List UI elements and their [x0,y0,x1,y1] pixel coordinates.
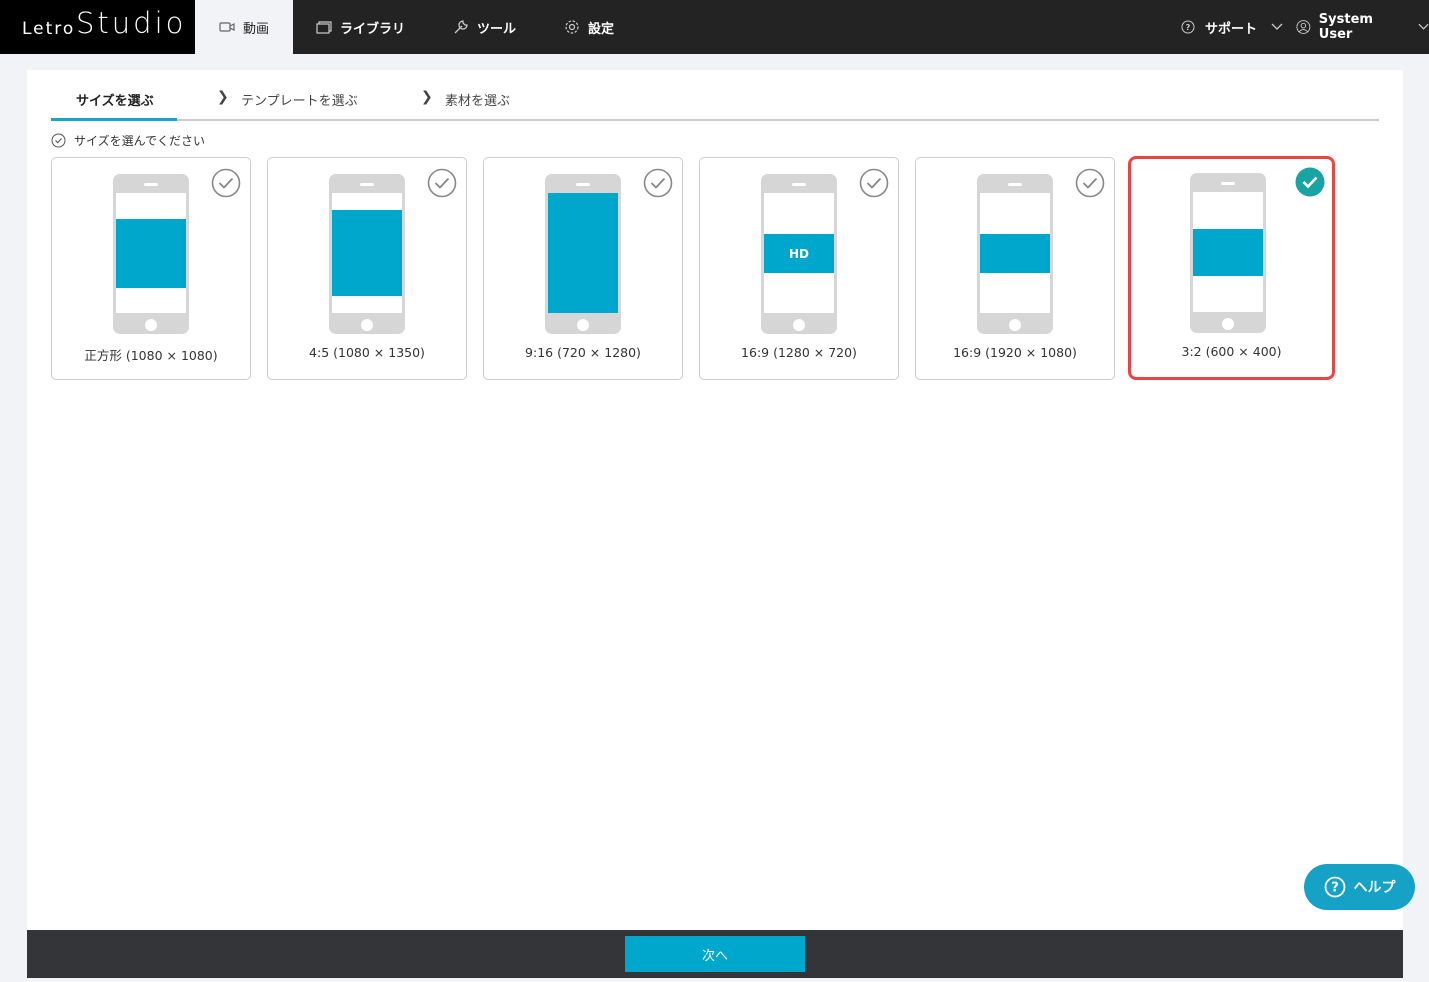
phone-home-button [145,319,157,331]
check-circle-icon [859,168,889,198]
phone-speaker [576,183,590,186]
phone-preview [113,174,189,334]
phone-speaker [360,183,374,186]
active-step-indicator [51,118,177,121]
user-label: System User [1318,12,1373,42]
logo-text-large: Studio [76,6,187,40]
phone-screen [980,193,1050,313]
phone-speaker [144,183,158,186]
phone-home-button [361,319,373,331]
step-select-template[interactable]: テンプレートを選ぶ [241,90,358,109]
wrench-icon [454,20,468,34]
support-menu[interactable]: ? サポート [1181,0,1283,54]
nav-item-label: ツール [477,21,517,37]
video-icon [219,22,235,32]
phone-screen [116,193,186,313]
phone-preview [1190,173,1266,333]
phone-preview [545,174,621,334]
check-circle-selected-icon [1295,167,1325,197]
size-card-9-16[interactable]: 9:16 (720 × 1280) [483,157,683,380]
chevron-down-icon [1271,23,1283,30]
svg-text:?: ? [1331,881,1339,896]
user-menu[interactable]: System User [1296,0,1429,54]
support-label: サポート [1205,21,1258,37]
user-avatar-icon [1296,20,1311,34]
check-circle-icon [211,168,241,198]
check-circle-icon [1075,168,1105,198]
phone-preview [977,174,1053,334]
chevron-right-icon: ❯ [217,89,229,105]
size-label: 3:2 (600 × 400) [1181,344,1282,359]
phone-home-button [1009,319,1021,331]
size-card-16-9[interactable]: 16:9 (1920 × 1080) [915,157,1115,380]
step-select-size[interactable]: サイズを選ぶ [76,90,154,109]
size-card-4-5[interactable]: 4:5 (1080 × 1350) [267,157,467,380]
phone-screen [548,193,618,313]
nav-item-settings[interactable]: 設定 [564,0,614,54]
phone-speaker [1221,182,1235,185]
size-label: 16:9 (1280 × 720) [741,345,857,360]
media-area [332,210,402,296]
check-circle-icon [427,168,457,198]
logo-text-small: Letro [22,19,76,39]
question-circle-icon: ? [1324,876,1345,898]
gear-icon [565,20,579,34]
nav-item-label: ライブラリ [340,21,406,37]
phone-screen [1193,192,1263,312]
phone-speaker [792,183,806,186]
phone-preview [329,174,405,334]
phone-screen [332,193,402,313]
chevron-down-icon [1418,23,1429,30]
size-label: 4:5 (1080 × 1350) [309,345,425,360]
question-circle-icon: ? [1181,20,1195,34]
phone-home-button [1222,318,1234,330]
phone-preview: HD [761,174,837,334]
top-navigation-bar: Letro Studio 動画 ライブラリ ツール 設定 ? サポート Syst… [0,0,1429,54]
size-card-3-2[interactable]: 3:2 (600 × 400) [1128,156,1335,380]
media-area [1193,229,1263,276]
hint-text: サイズを選んでください [74,134,206,148]
check-circle-icon [643,168,673,198]
nav-item-label: 動画 [243,21,270,37]
footer-bar: 次へ [27,930,1403,978]
library-icon [316,21,332,34]
svg-text:?: ? [1186,23,1191,32]
media-area [980,234,1050,273]
nav-item-tools[interactable]: ツール [453,0,516,54]
phone-speaker [1008,183,1022,186]
chevron-right-icon: ❯ [421,89,433,105]
nav-item-video[interactable]: 動画 [195,0,293,54]
help-button[interactable]: ? ヘルプ [1304,864,1415,910]
check-circle-icon [51,133,66,148]
size-label: 16:9 (1920 × 1080) [953,345,1077,360]
next-button[interactable]: 次へ [625,936,805,972]
size-hint: サイズを選んでください [51,132,205,149]
hd-badge: HD [764,234,834,273]
step-tabs: サイズを選ぶ ❯ テンプレートを選ぶ ❯ 素材を選ぶ [51,70,1379,121]
size-label: 正方形 (1080 × 1080) [84,348,218,363]
app-logo[interactable]: Letro Studio [0,0,195,54]
phone-home-button [577,319,589,331]
media-area [116,219,186,288]
phone-home-button [793,319,805,331]
size-card-square[interactable]: 正方形 (1080 × 1080) [51,157,251,380]
size-card-16-9-hd[interactable]: HD 16:9 (1280 × 720) [699,157,899,380]
size-label: 9:16 (720 × 1280) [525,345,641,360]
help-label: ヘルプ [1353,880,1396,896]
phone-screen: HD [764,193,834,313]
step-select-material[interactable]: 素材を選ぶ [445,90,510,109]
nav-item-library[interactable]: ライブラリ [316,0,405,54]
main-panel: サイズを選ぶ ❯ テンプレートを選ぶ ❯ 素材を選ぶ サイズを選んでください 正… [27,70,1403,930]
media-area [548,193,618,313]
nav-item-label: 設定 [588,21,615,37]
